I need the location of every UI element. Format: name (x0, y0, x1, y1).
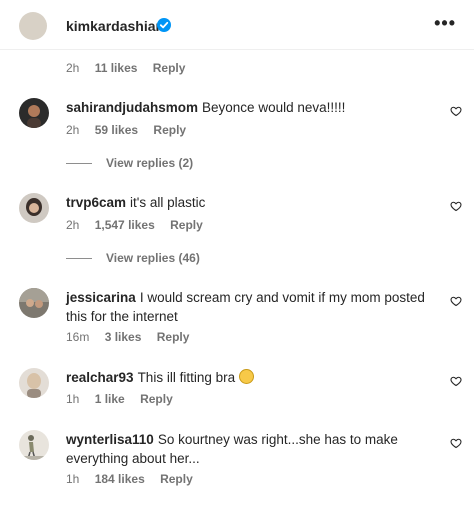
comment-body: This ill fitting bra (137, 370, 236, 385)
heart-icon[interactable] (450, 375, 462, 387)
post-meta: 2h 11 likes Reply (66, 61, 197, 75)
more-options-icon[interactable]: ••• (434, 13, 456, 34)
divider (66, 163, 92, 165)
reply-button[interactable]: Reply (160, 472, 193, 486)
avatar[interactable] (19, 368, 49, 398)
reply-button[interactable]: Reply (153, 123, 186, 137)
comment-text: trvp6cam it's all plastic (66, 193, 426, 212)
comment-username[interactable]: wynterlisa110 (66, 432, 154, 447)
post-author-username[interactable]: kimkardashian (66, 18, 164, 34)
comment-body: it's all plastic (130, 195, 206, 210)
reply-button[interactable]: Reply (170, 218, 203, 232)
comment-meta: 2h 1,547 likes Reply (66, 218, 215, 232)
comment-body: Beyonce would neva!!!!! (202, 100, 346, 115)
view-replies-button[interactable]: View replies (2) (66, 156, 193, 170)
reply-button[interactable]: Reply (153, 61, 186, 75)
comment-text: realchar93 This ill fitting bra (66, 368, 426, 387)
comment-text: wynterlisa110 So kourtney was right...she… (66, 430, 426, 468)
timestamp: 1h (66, 392, 80, 406)
comment-text: jessicarina I would scream cry and vomit … (66, 288, 426, 326)
view-replies-label: View replies (46) (106, 251, 200, 265)
avatar[interactable] (19, 430, 49, 460)
avatar[interactable] (19, 12, 47, 40)
comment-meta: 1h 1 like Reply (66, 392, 185, 406)
reply-button[interactable]: Reply (157, 330, 190, 344)
heart-icon[interactable] (450, 200, 462, 212)
timestamp: 1h (66, 472, 80, 486)
comment-meta: 16m 3 likes Reply (66, 330, 201, 344)
likes-count[interactable]: 184 likes (95, 472, 145, 486)
comment-username[interactable]: realchar93 (66, 370, 134, 385)
avatar[interactable] (19, 288, 49, 318)
view-replies-button[interactable]: View replies (46) (66, 251, 200, 265)
reply-button[interactable]: Reply (140, 392, 173, 406)
likes-count[interactable]: 59 likes (95, 123, 138, 137)
likes-count[interactable]: 3 likes (105, 330, 142, 344)
comment-username[interactable]: trvp6cam (66, 195, 126, 210)
comment-username[interactable]: sahirandjudahsmom (66, 100, 198, 115)
likes-count[interactable]: 11 likes (95, 61, 138, 75)
timestamp: 2h (66, 218, 80, 232)
timestamp: 16m (66, 330, 90, 344)
heart-icon[interactable] (450, 437, 462, 449)
comment-meta: 1h 184 likes Reply (66, 472, 205, 486)
likes-count[interactable]: 1 like (95, 392, 125, 406)
worried-face-emoji (239, 369, 255, 384)
post-header: kimkardashian ••• (0, 0, 474, 50)
avatar[interactable] (19, 98, 49, 128)
heart-icon[interactable] (450, 105, 462, 117)
likes-count[interactable]: 1,547 likes (95, 218, 155, 232)
avatar[interactable] (19, 193, 49, 223)
comment-meta: 2h 59 likes Reply (66, 123, 198, 137)
comment-username[interactable]: jessicarina (66, 290, 136, 305)
heart-icon[interactable] (450, 295, 462, 307)
divider (66, 258, 92, 260)
comment-text: sahirandjudahsmom Beyonce would neva!!!!! (66, 98, 426, 117)
timestamp: 2h (66, 61, 80, 75)
timestamp: 2h (66, 123, 80, 137)
view-replies-label: View replies (2) (106, 156, 194, 170)
verified-badge-icon (157, 18, 171, 32)
